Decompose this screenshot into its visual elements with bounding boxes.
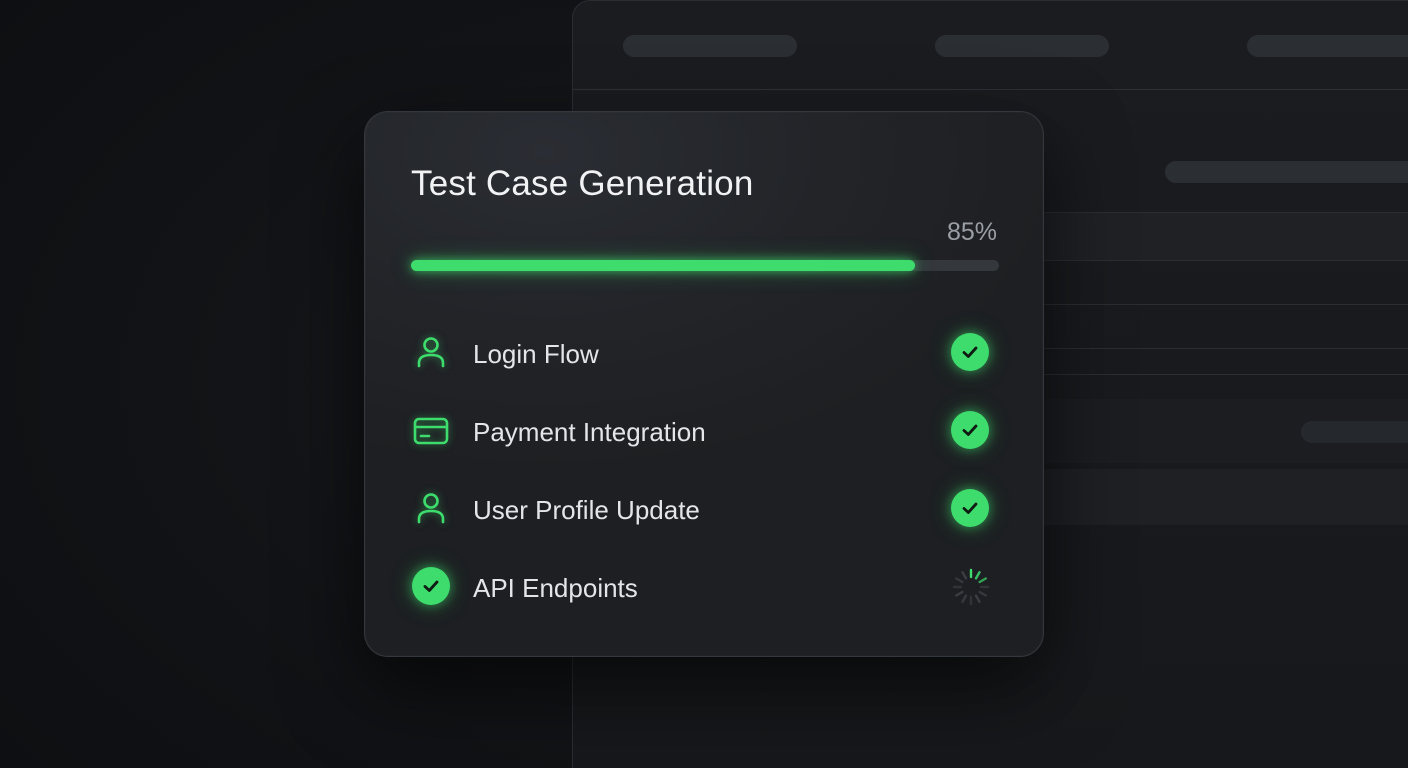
progress-bar-fill <box>411 260 915 271</box>
placeholder-bar <box>623 35 797 57</box>
spinner-tick <box>955 577 964 584</box>
test-item-label: User Profile Update <box>473 495 700 525</box>
loading-spinner-icon <box>951 567 991 607</box>
user-icon <box>411 333 451 373</box>
spinner-tick <box>961 594 968 603</box>
check-icon <box>951 489 989 527</box>
test-item-label: Payment Integration <box>473 417 706 447</box>
placeholder-bar <box>935 35 1109 57</box>
spinner-tick <box>961 571 968 580</box>
test-generation-card: Test Case Generation 85% Login Flow Paym… <box>364 111 1044 657</box>
test-item-login-flow[interactable]: Login Flow <box>411 329 999 377</box>
test-item-payment-integration[interactable]: Payment Integration <box>411 407 999 455</box>
spinner-tick <box>978 590 987 597</box>
progress-bar <box>411 260 999 271</box>
test-item-api-endpoints[interactable]: API Endpoints <box>411 563 999 611</box>
test-item-user-profile-update[interactable]: User Profile Update <box>411 485 999 533</box>
placeholder-bar <box>1247 35 1408 57</box>
complete-status <box>951 489 991 529</box>
card-title: Test Case Generation <box>411 164 754 203</box>
placeholder-bar <box>1165 161 1408 183</box>
complete-status <box>951 411 991 451</box>
check-icon <box>951 411 989 449</box>
credit-card-icon <box>411 411 451 451</box>
check-circle-icon <box>411 567 451 607</box>
background-window-header <box>573 1 1408 90</box>
spinner-tick <box>955 590 964 597</box>
test-item-label: API Endpoints <box>473 573 638 603</box>
placeholder-bar <box>1301 421 1408 443</box>
screen: Test Case Generation 85% Login Flow Paym… <box>0 0 1408 768</box>
spinner-tick <box>974 571 981 580</box>
user-icon <box>411 489 451 529</box>
spinner-tick <box>978 577 987 584</box>
progress-percent-label: 85% <box>946 218 997 246</box>
check-icon <box>951 333 989 371</box>
check-icon <box>412 567 450 605</box>
test-item-label: Login Flow <box>473 339 599 369</box>
spinner-tick <box>974 594 981 603</box>
complete-status <box>951 333 991 373</box>
